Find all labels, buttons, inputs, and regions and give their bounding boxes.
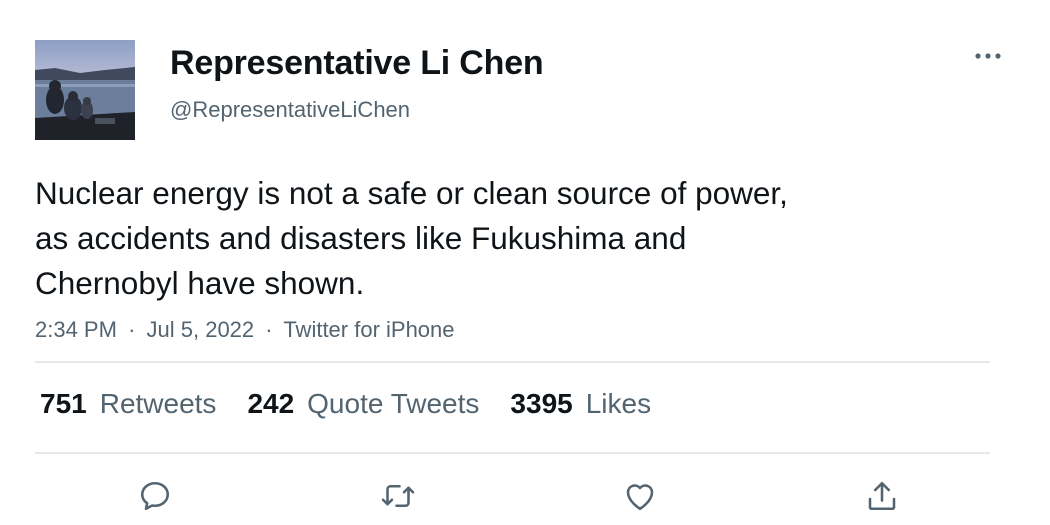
tweet-text-line: Chernobyl have shown. [35,265,365,301]
tweet-time[interactable]: 2:34 PM [35,317,117,342]
avatar[interactable] [35,40,135,140]
likes-count: 3395 [510,388,573,419]
like-button[interactable] [618,474,662,518]
retweets-count: 751 [40,388,87,419]
divider [35,361,990,363]
tweet-text: Nuclear energy is not a safe or clean so… [35,171,935,306]
retweet-icon [381,484,415,508]
action-bar [0,470,1050,520]
tweet-date[interactable]: Jul 5, 2022 [147,317,255,342]
quote-tweets-stat[interactable]: 242 Quote Tweets [247,388,479,420]
divider [35,452,990,454]
likes-label: Likes [585,388,652,419]
heart-icon [626,484,654,511]
retweets-stat[interactable]: 751 Retweets [40,388,216,420]
share-icon [868,481,896,511]
tweet-text-line: Nuclear energy is not a safe or clean so… [35,175,788,211]
author-display-name[interactable]: Representative Li Chen [170,42,544,84]
share-button[interactable] [860,474,904,518]
more-icon [975,53,1001,59]
meta-separator: · [265,317,273,342]
tweet-metadata: 2:34 PM · Jul 5, 2022 · Twitter for iPho… [35,316,455,344]
quote-tweets-label: Quote Tweets [307,388,480,419]
tweet-card: Representative Li Chen @RepresentativeLi… [0,0,1050,525]
tweet-text-line: as accidents and disasters like Fukushim… [35,220,687,256]
more-options-button[interactable] [968,40,1008,72]
engagement-stats: 751 Retweets 242 Quote Tweets 3395 Likes [40,386,682,422]
retweet-button[interactable] [376,474,420,518]
retweets-label: Retweets [99,388,217,419]
reply-icon [140,481,170,511]
reply-button[interactable] [133,474,177,518]
quote-tweets-count: 242 [247,388,295,419]
meta-separator: · [128,317,136,342]
likes-stat[interactable]: 3395 Likes [510,388,651,420]
tweet-source[interactable]: Twitter for iPhone [283,317,454,342]
author-handle[interactable]: @RepresentativeLiChen [170,96,410,124]
